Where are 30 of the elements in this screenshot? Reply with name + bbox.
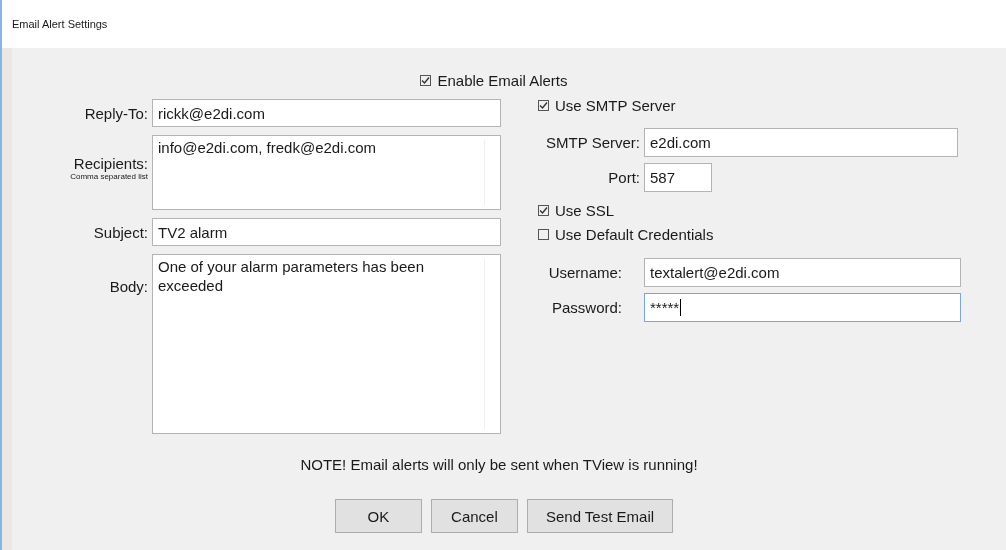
checkbox[interactable] — [538, 205, 549, 216]
text-area[interactable]: One of your alarm parameters has been exceeded — [152, 254, 501, 434]
text-area[interactable]: info@e2di.com, fredk@e2di.com — [152, 135, 501, 210]
input-field[interactable]: e2di.com — [644, 128, 958, 157]
checkbox-label: Use SSL — [555, 202, 615, 219]
input-field[interactable]: TV2 alarm — [152, 218, 501, 246]
cancel-button[interactable]: Cancel — [430, 499, 518, 533]
checkbox[interactable] — [538, 229, 549, 240]
note-text: NOTE! Email alerts will only be sent when TView is running! — [300, 456, 698, 473]
field-label: Recipients: — [73, 155, 148, 172]
send-test-button[interactable]: Send Test Email — [526, 499, 674, 533]
field-label: Port: — [608, 168, 640, 186]
input-field[interactable]: textalert@e2di.com — [644, 258, 961, 287]
checkbox-label: Use SMTP Server — [555, 97, 676, 114]
checkbox-label: Enable Email Alerts — [437, 72, 568, 89]
input-field[interactable]: 587 — [644, 163, 712, 192]
field-label: Body: — [109, 278, 148, 295]
field-label: Username: — [548, 263, 622, 281]
field-label: Reply-To: — [84, 104, 148, 122]
field-hint: Comma separated list — [70, 172, 148, 181]
ok-button[interactable]: OK — [334, 499, 422, 533]
field-label: Password: — [551, 298, 622, 316]
input-field[interactable]: rickk@e2di.com — [152, 99, 501, 127]
checkbox-label: Use Default Credentials — [555, 226, 714, 243]
field-label: SMTP Server: — [546, 133, 640, 151]
field-label: Subject: — [93, 223, 148, 241]
checkbox[interactable] — [538, 100, 549, 111]
password-field[interactable]: ***** — [644, 293, 961, 322]
checkbox[interactable] — [420, 75, 432, 86]
window-title: Email Alert Settings — [12, 18, 108, 30]
